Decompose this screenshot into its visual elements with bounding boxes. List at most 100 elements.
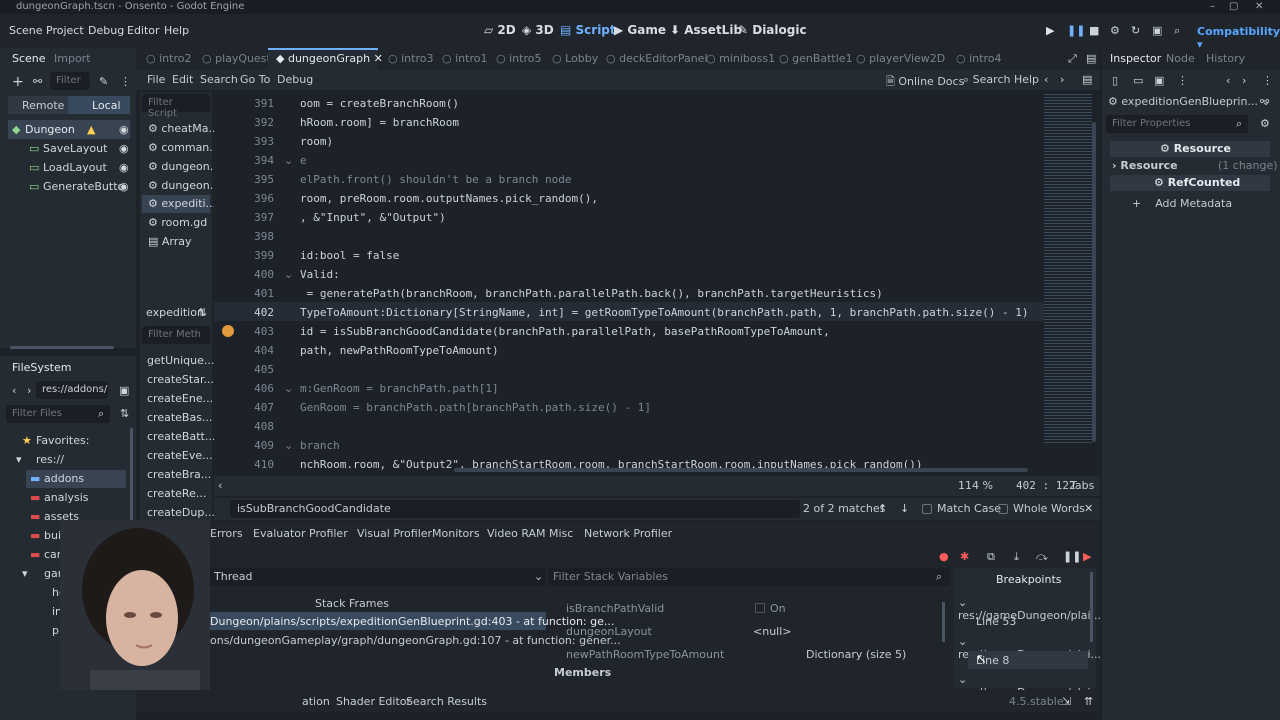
script-item[interactable]: ⚙ dungeon... — [148, 179, 220, 192]
indent-mode[interactable]: Tabs — [1070, 479, 1094, 492]
expand-panel-icon[interactable]: ⇈ — [1084, 695, 1093, 708]
fold-arrow-icon[interactable]: ⌄ — [284, 439, 293, 452]
method-item[interactable]: createEve... — [147, 449, 213, 462]
online-docs-button[interactable]: 🗎 Online Docs — [886, 73, 964, 92]
method-item[interactable]: createDup... — [147, 506, 215, 519]
save-resource-icon[interactable]: ▣ — [1154, 74, 1164, 87]
menu-scene[interactable]: Scene — [9, 24, 43, 37]
tab-scene[interactable]: Scene — [12, 52, 46, 65]
visibility-eye-icon[interactable]: ◉ — [119, 123, 129, 136]
find-next-icon[interactable]: ↓ — [900, 502, 909, 515]
filter-scripts-input[interactable]: Filter Script — [142, 94, 210, 119]
script-menu-file[interactable]: File — [147, 73, 165, 86]
script-item[interactable]: ▤ Array — [148, 235, 192, 248]
script-item[interactable]: ⚙ comman... — [148, 141, 220, 154]
tab-node[interactable]: Node — [1166, 52, 1195, 65]
script-menu-debug[interactable]: Debug — [277, 73, 313, 86]
visibility-eye-icon[interactable]: ◉ — [119, 161, 129, 174]
filter-stack-variables-input[interactable]: Filter Stack Variables ⌕ — [548, 568, 950, 586]
folder-toggle-icon[interactable]: ▾ — [22, 567, 28, 580]
vars-scrollbar[interactable] — [942, 602, 945, 642]
menu-help[interactable]: Help — [164, 24, 189, 37]
sort-icon[interactable]: ⇅ — [120, 407, 129, 420]
menu-debug[interactable]: Debug — [88, 24, 124, 37]
visibility-eye-icon[interactable]: ◉ — [119, 180, 129, 193]
code-minimap[interactable] — [1044, 94, 1092, 444]
fullscreen-icon[interactable]: ▤ — [1086, 52, 1096, 65]
stack-frame[interactable]: ons/dungeonGameplay/graph/dungeonGraph.g… — [210, 634, 621, 647]
reload-icon[interactable]: ↻ — [1131, 24, 1140, 37]
method-item[interactable]: createStar... — [147, 373, 214, 386]
next-script-icon[interactable]: › — [1060, 73, 1064, 86]
filter-properties-input[interactable]: Filter Properties — [1106, 115, 1248, 133]
editor-tab[interactable]: ○ playQuest — [202, 52, 271, 65]
node-loadlayout[interactable]: LoadLayout — [43, 161, 107, 174]
method-item[interactable]: createBas... — [147, 411, 212, 424]
remote-debug-icon[interactable]: ⚙ — [1110, 24, 1120, 37]
scene-h-scrollbar[interactable] — [10, 346, 114, 349]
toggle-panel-icon[interactable]: ▤ — [1082, 73, 1092, 86]
script-attach-icon[interactable]: ✎ — [99, 75, 108, 88]
bottom-tab-search-results[interactable]: Search Results — [406, 695, 487, 708]
debugger-tab-misc[interactable]: Misc — [549, 527, 573, 540]
editor-tab[interactable]: ○ intro1 — [442, 52, 487, 65]
search-icon[interactable]: ⌕ — [98, 407, 104, 421]
bottom-tab-animation[interactable]: ation — [302, 695, 330, 708]
search-help-button[interactable]: ⌕ Search Help — [963, 73, 1039, 87]
debugger-tab-video-ram[interactable]: Video RAM — [487, 527, 546, 540]
local-button[interactable]: Local — [68, 96, 130, 114]
editor-tab[interactable]: ○ intro4 — [956, 52, 1001, 65]
fs-res[interactable]: res:// — [36, 453, 64, 466]
close-window-icon[interactable]: ✕ — [1255, 0, 1263, 14]
find-input[interactable]: isSubBranchGoodCandidate — [230, 500, 800, 518]
debugger-tab-visual-profiler[interactable]: Visual Profiler — [357, 527, 432, 540]
method-item[interactable]: createBatt... — [147, 430, 215, 443]
workspace-script[interactable]: ▤ Script — [560, 23, 616, 37]
editor-tab[interactable]: ○ genBattle1 — [779, 52, 853, 65]
folder-toggle-icon[interactable]: ▾ — [16, 453, 22, 466]
prev-script-icon[interactable]: ‹ — [1044, 73, 1048, 86]
node-savelayout[interactable]: SaveLayout — [43, 142, 107, 155]
filesystem-path[interactable]: res://addons/ — [36, 381, 108, 399]
zoom-level[interactable]: 114 % — [958, 479, 993, 492]
scene-filter-input[interactable]: Filter — [50, 72, 90, 90]
collapse-left-icon[interactable]: ‹ — [218, 479, 222, 492]
editor-tab[interactable]: ○ playerView2D — [856, 52, 945, 65]
editor-tab[interactable]: ○ intro2 — [146, 52, 191, 65]
resource-category[interactable]: › Resource — [1112, 159, 1178, 172]
remote-button[interactable]: Remote — [8, 96, 68, 114]
fs-analysis[interactable]: analysis — [44, 491, 89, 504]
find-prev-icon[interactable]: ↑ — [878, 502, 887, 515]
stop-icon[interactable]: ■ — [1089, 24, 1099, 37]
whole-words-label[interactable]: Whole Words — [1013, 502, 1085, 515]
skip-breakpoints-icon[interactable]: ● — [939, 550, 949, 563]
script-menu-search[interactable]: Search — [200, 73, 238, 86]
breakpoint-line[interactable]: Line 53 — [976, 615, 1016, 628]
link-icon[interactable]: ⚯ — [33, 75, 42, 88]
workspace-dialogic[interactable]: ✎ Dialogic — [738, 23, 807, 37]
fold-arrow-icon[interactable]: ⌄ — [284, 154, 293, 167]
bottom-tab-shader-editor[interactable]: Shader Editor — [336, 695, 411, 708]
sliders-icon[interactable]: ⚯ — [1260, 95, 1269, 108]
whole-words-checkbox[interactable] — [998, 504, 1008, 514]
var-value[interactable]: Dictionary (size 5) — [806, 648, 906, 661]
resource-section-header[interactable]: ⚙ Resource — [1110, 141, 1270, 157]
breakpoints-scrollbar[interactable] — [1090, 572, 1093, 642]
method-item[interactable]: getUnique... — [147, 354, 214, 367]
workspace-game[interactable]: ▶ Game — [614, 23, 666, 37]
var-bool-checkbox[interactable] — [755, 603, 765, 613]
editor-tab[interactable]: ○ intro5 — [496, 52, 541, 65]
more-options-icon[interactable]: ⋮ — [120, 75, 131, 88]
add-metadata-button[interactable]: + Add Metadata — [1132, 197, 1232, 210]
visibility-eye-icon[interactable]: ◉ — [119, 142, 129, 155]
add-node-icon[interactable]: + — [12, 74, 24, 90]
workspace-2d[interactable]: ▱ 2D — [484, 23, 516, 37]
fs-addons[interactable]: addons — [44, 472, 84, 485]
workspace-assetlib[interactable]: ⬇ AssetLib — [670, 23, 742, 37]
menu-project[interactable]: Project — [46, 24, 84, 37]
method-item[interactable]: createRe... — [147, 487, 206, 500]
editor-tab[interactable]: ○ miniboss1 — [706, 52, 775, 65]
thread-select[interactable]: Thread ⌄ — [208, 568, 546, 586]
debugger-tab-evaluator[interactable]: Evaluator — [253, 527, 306, 540]
match-case-label[interactable]: Match Case — [937, 502, 1001, 515]
